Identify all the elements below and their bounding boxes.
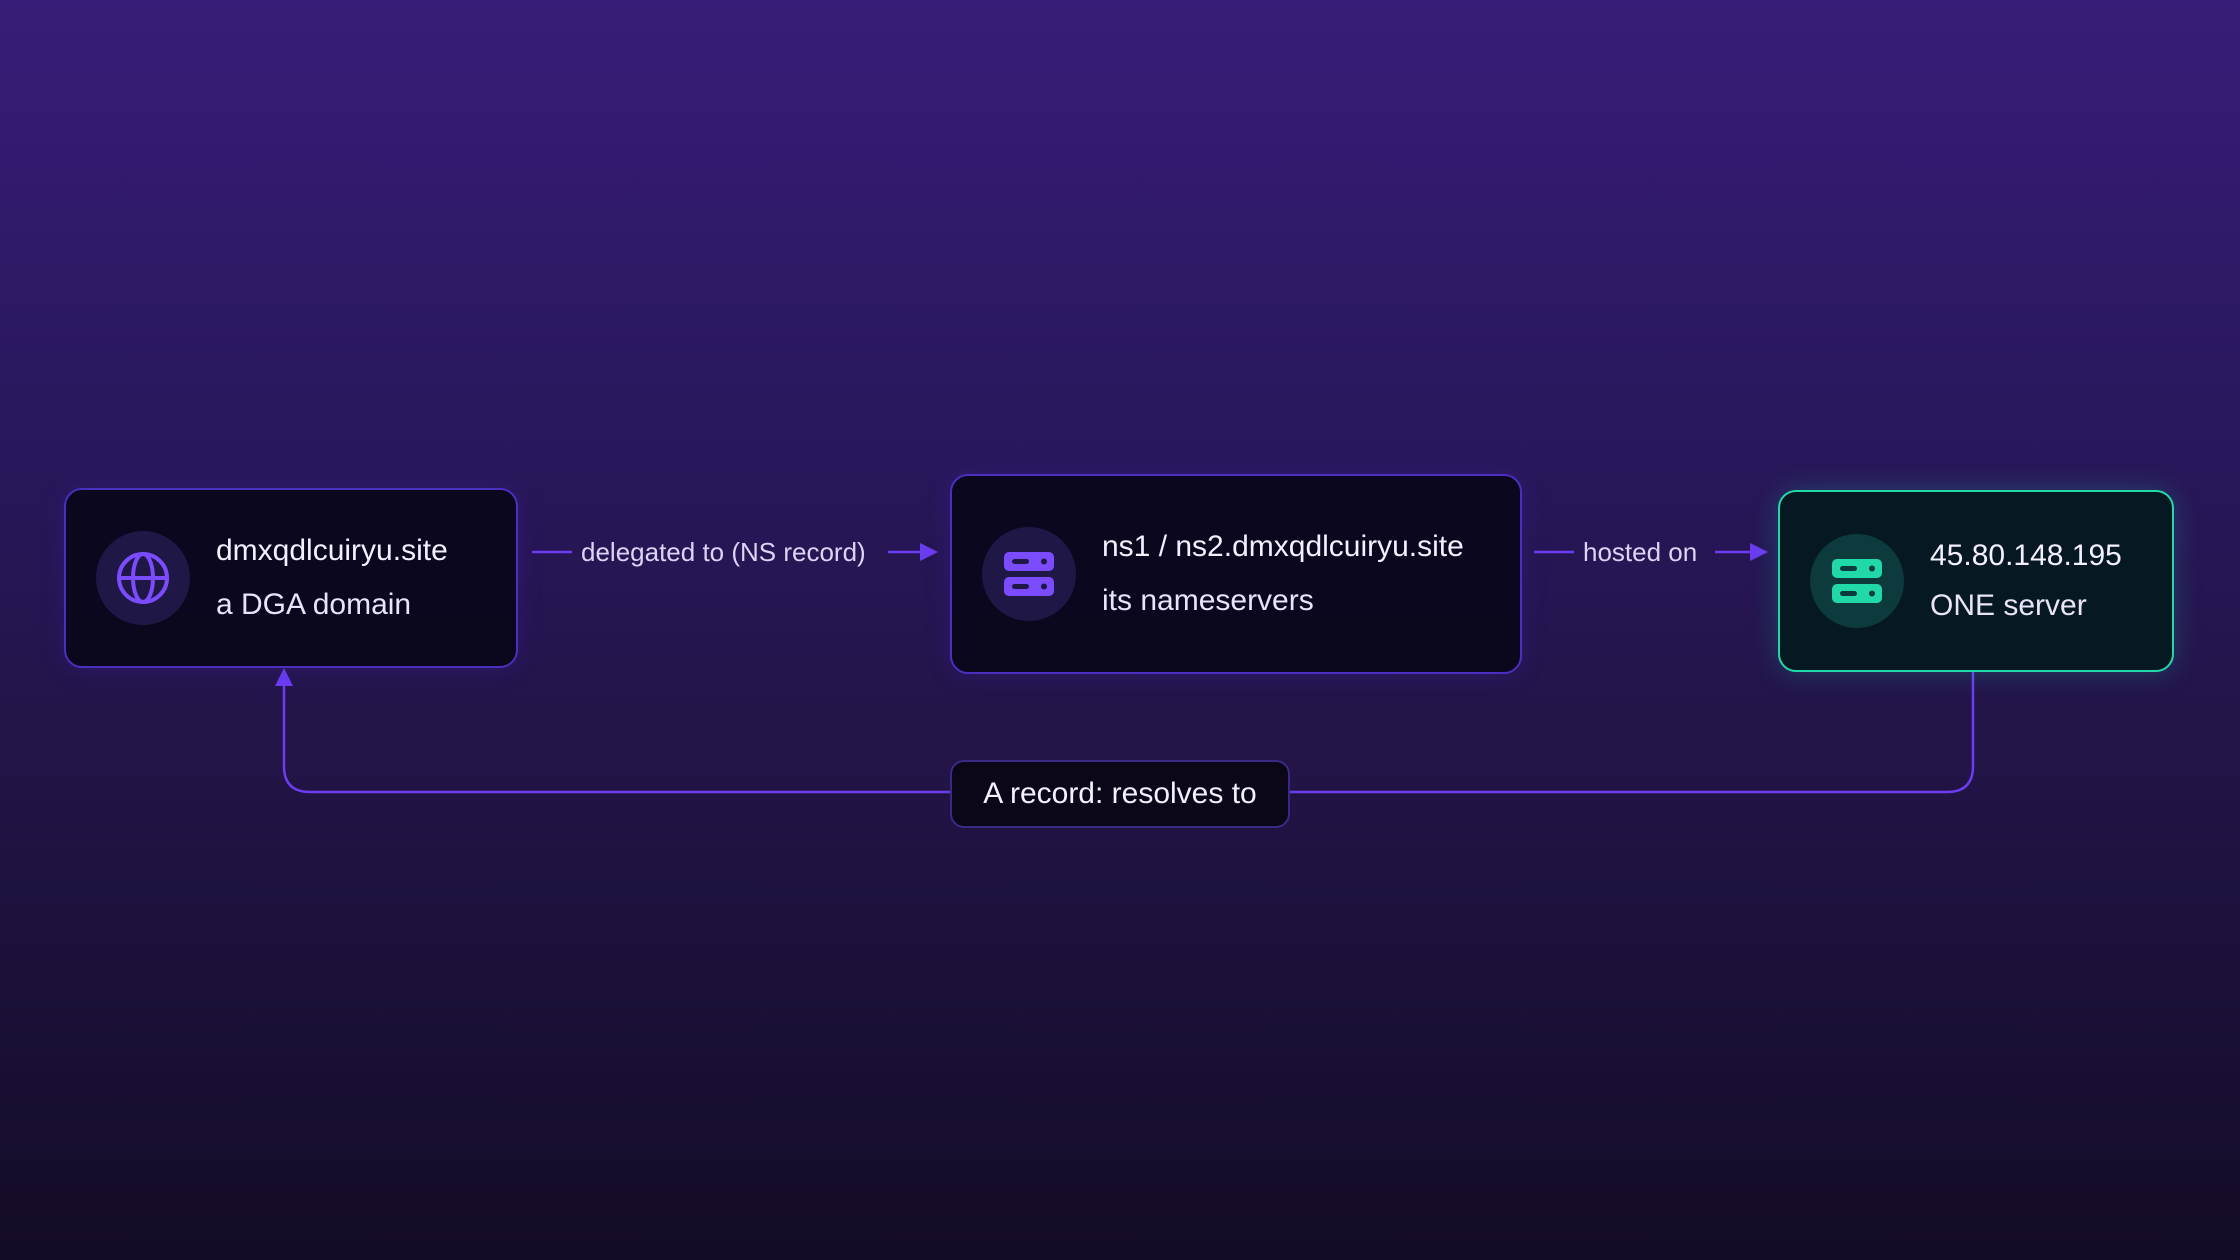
globe-icon [117,552,169,604]
delegated-arrowhead [920,543,938,561]
server-node[interactable]: 45.80.148.195 ONE server [1778,490,2174,672]
domain-subtitle: a DGA domain [216,588,412,621]
server-subtitle: ONE server [1930,589,2087,622]
domain-icon-circle [96,531,190,625]
domain-title: dmxqdlcuiryu.site [216,534,448,567]
nameservers-icon-circle [982,527,1076,621]
delegated-edge-label: delegated to (NS record) [581,537,866,567]
server-icon [1004,552,1054,596]
hosted-arrowhead [1750,543,1768,561]
server-title: 45.80.148.195 [1930,539,2122,572]
nameservers-title: ns1 / ns2.dmxqdlcuiryu.site [1102,530,1464,563]
resolves-arrowhead [275,668,293,686]
server-icon [1832,559,1882,603]
hosted-edge-label: hosted on [1583,537,1698,567]
nameservers-subtitle: its nameservers [1102,584,1314,617]
resolves-edge-label: A record: resolves to [950,760,1290,828]
server-icon-circle [1810,534,1904,628]
nameservers-node[interactable]: ns1 / ns2.dmxqdlcuiryu.site its nameserv… [950,474,1522,674]
domain-node[interactable]: dmxqdlcuiryu.site a DGA domain [64,488,518,668]
